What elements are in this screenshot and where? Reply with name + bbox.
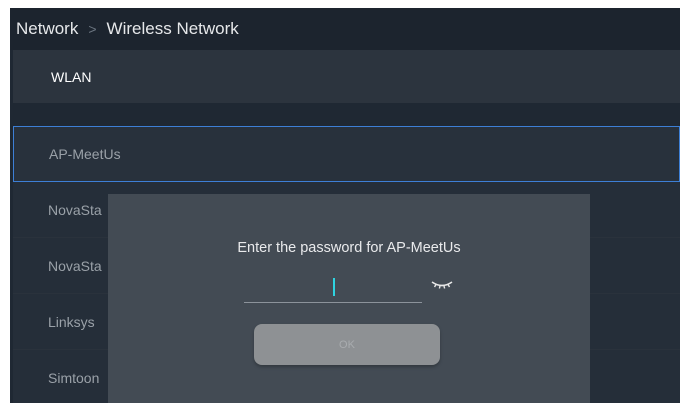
network-item-label: NovaSta xyxy=(48,201,102,218)
wlan-toggle-row[interactable]: WLAN xyxy=(13,50,680,103)
wlan-label: WLAN xyxy=(51,68,92,85)
password-dialog: Enter the password for AP-MeetUs OK xyxy=(108,194,590,403)
text-caret xyxy=(333,278,335,296)
network-item-label: Linksys xyxy=(48,313,95,330)
ok-button[interactable]: OK xyxy=(254,324,440,365)
breadcrumb: Network > Wireless Network xyxy=(10,8,680,50)
network-item-label: NovaSta xyxy=(48,257,102,274)
eye-closed-icon[interactable] xyxy=(430,278,454,292)
dialog-title: Enter the password for AP-MeetUs xyxy=(237,240,461,256)
breadcrumb-network[interactable]: Network xyxy=(16,19,78,39)
network-item-label: AP-MeetUs xyxy=(49,146,121,162)
breadcrumb-wireless-network: Wireless Network xyxy=(106,19,239,38)
network-item-label: Simtoon xyxy=(48,369,100,386)
breadcrumb-separator: > xyxy=(88,21,97,37)
password-input[interactable] xyxy=(244,272,422,303)
network-item-ap-meetus[interactable]: AP-MeetUs xyxy=(13,126,680,182)
settings-screen: Network > Wireless Network WLAN AP-MeetU… xyxy=(10,8,680,403)
